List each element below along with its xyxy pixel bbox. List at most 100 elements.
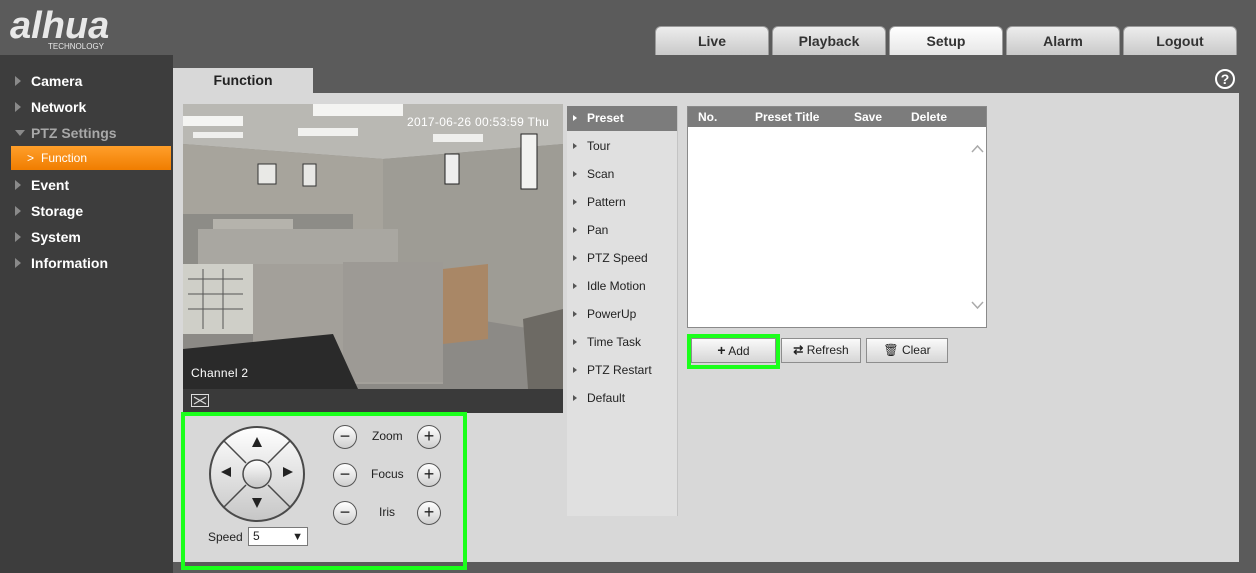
ptz-right-arrow-icon[interactable] [282, 466, 294, 478]
iris-minus-button[interactable]: − [333, 501, 357, 525]
fullscreen-icon[interactable] [191, 394, 209, 407]
plus-icon: + [717, 342, 726, 358]
tab-live[interactable]: Live [655, 26, 769, 55]
sidebar-item-storage[interactable]: Storage [0, 199, 173, 223]
speed-label: Speed [208, 530, 243, 544]
menu-item-pattern[interactable]: Pattern [567, 190, 677, 215]
menu-item-powerup[interactable]: PowerUp [567, 302, 677, 327]
menu-item-label: PTZ Restart [587, 363, 652, 377]
sidebar-item-label: PTZ Settings [31, 125, 117, 141]
menu-arrow-icon [573, 339, 577, 345]
svg-text:alhua: alhua [10, 5, 109, 47]
menu-item-default[interactable]: Default [567, 386, 677, 411]
chevron-right-icon: > [27, 151, 35, 165]
menu-item-label: Pan [587, 223, 609, 237]
refresh-icon: ⇄ [793, 343, 804, 357]
focus-plus-button[interactable]: + [417, 463, 441, 487]
menu-arrow-icon [573, 311, 577, 317]
menu-arrow-icon [573, 115, 577, 121]
sidebar-item-label: Camera [31, 73, 83, 89]
menu-item-label: Pattern [587, 195, 626, 209]
expand-arrow-icon [15, 180, 21, 190]
svg-text:TECHNOLOGY: TECHNOLOGY [48, 42, 105, 50]
speed-value: 5 [253, 529, 260, 543]
ptz-down-arrow-icon[interactable] [251, 497, 263, 509]
menu-item-label: Tour [587, 139, 611, 153]
focus-label: Focus [371, 467, 404, 481]
expand-arrow-icon [15, 102, 21, 112]
zoom-label: Zoom [372, 429, 403, 443]
menu-arrow-icon [573, 255, 577, 261]
video-toolbar [183, 389, 563, 413]
sidebar-item-label: Storage [31, 203, 84, 219]
preset-table [687, 106, 987, 328]
collapse-arrow-icon [15, 130, 25, 136]
tab-setup[interactable]: Setup [889, 26, 1003, 55]
page-title-tab: Function [173, 68, 313, 94]
ptz-up-arrow-icon[interactable] [251, 436, 263, 448]
sidebar-item-camera[interactable]: Camera [0, 69, 173, 93]
menu-item-ptz-restart[interactable]: PTZ Restart [567, 358, 677, 383]
menu-arrow-icon [573, 171, 577, 177]
menu-item-label: Time Task [587, 335, 642, 349]
menu-item-label: PowerUp [587, 307, 637, 321]
sidebar-item-ptz-settings[interactable]: PTZ Settings [0, 121, 173, 145]
focus-minus-button[interactable]: − [333, 463, 357, 487]
column-header-save: Save [854, 110, 883, 124]
menu-item-pan[interactable]: Pan [567, 218, 677, 243]
tab-alarm[interactable]: Alarm [1006, 26, 1120, 55]
ptz-center-button[interactable] [243, 459, 271, 487]
sidebar-item-system[interactable]: System [0, 225, 173, 249]
expand-arrow-icon [15, 206, 21, 216]
speed-select[interactable]: 5 ▼ [248, 527, 308, 546]
menu-arrow-icon [573, 367, 577, 373]
sidebar-item-information[interactable]: Information [0, 251, 173, 275]
column-header-delete: Delete [911, 110, 948, 124]
menu-item-idle-motion[interactable]: Idle Motion [567, 274, 677, 299]
preset-table-header: No. Preset Title Save Delete [688, 107, 986, 127]
expand-arrow-icon [15, 258, 21, 268]
menu-arrow-icon [573, 199, 577, 205]
help-icon[interactable]: ? [1215, 69, 1235, 89]
sidebar-subitem-function[interactable]: > Function [11, 146, 171, 170]
iris-plus-button[interactable]: + [417, 501, 441, 525]
zoom-minus-button[interactable]: − [333, 425, 357, 449]
add-button[interactable]: + Add [691, 338, 776, 363]
clear-button-label: Clear [901, 343, 931, 357]
menu-item-time-task[interactable]: Time Task [567, 330, 677, 355]
menu-arrow-icon [573, 227, 577, 233]
menu-item-label: Default [587, 391, 626, 405]
menu-item-tour[interactable]: Tour [567, 134, 677, 159]
preset-table-scrollbar[interactable] [969, 128, 986, 327]
column-header-no: No. [698, 110, 718, 124]
zoom-plus-button[interactable]: + [417, 425, 441, 449]
refresh-button[interactable]: ⇄ Refresh [781, 338, 861, 363]
menu-item-label: Preset [587, 111, 624, 125]
video-channel-label: Channel 2 [191, 366, 249, 380]
menu-arrow-icon [573, 143, 577, 149]
tab-playback[interactable]: Playback [772, 26, 886, 55]
expand-arrow-icon [15, 76, 21, 86]
menu-item-label: PTZ Speed [587, 251, 648, 265]
expand-arrow-icon [15, 232, 21, 242]
video-timestamp: 2017-06-26 00:53:59 Thu [407, 115, 550, 129]
tab-logout[interactable]: Logout [1123, 26, 1237, 55]
menu-item-ptz-speed[interactable]: PTZ Speed [567, 246, 677, 271]
dahua-logo: alhua TECHNOLOGY [10, 4, 155, 53]
trash-icon: 🗑 [883, 343, 899, 357]
chevron-down-icon: ▼ [292, 531, 303, 543]
sidebar-item-label: Event [31, 177, 70, 193]
sidebar-item-event[interactable]: Event [0, 173, 173, 197]
sidebar-item-network[interactable]: Network [0, 95, 173, 119]
menu-item-label: Idle Motion [587, 279, 646, 293]
clear-button[interactable]: 🗑 Clear [866, 338, 948, 363]
sidebar-subitem-label: Function [41, 151, 88, 165]
menu-item-preset[interactable]: Preset [567, 106, 677, 131]
ptz-left-arrow-icon[interactable] [220, 466, 232, 478]
sidebar-item-label: Network [31, 99, 87, 115]
menu-arrow-icon [573, 395, 577, 401]
video-preview [183, 104, 563, 389]
menu-item-scan[interactable]: Scan [567, 162, 677, 187]
iris-label: Iris [379, 505, 395, 519]
menu-arrow-icon [573, 283, 577, 289]
